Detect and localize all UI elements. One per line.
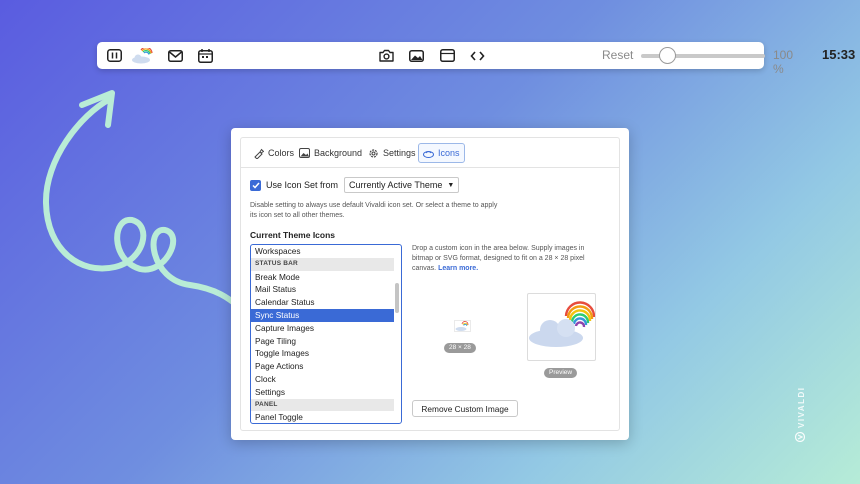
vivaldi-wordmark: VIVALDI — [796, 386, 806, 428]
list-item[interactable]: Capture Images — [251, 322, 394, 335]
list-section-header: STATUS BAR — [251, 257, 394, 271]
list-item-selected[interactable]: Sync Status — [251, 309, 394, 322]
theme-settings-frame: Colors Background Settings Icons Use Ico… — [240, 137, 620, 431]
remove-custom-image-button[interactable]: Remove Custom Image — [412, 400, 518, 417]
list-item[interactable]: Workspaces — [251, 245, 394, 258]
icons-icon — [423, 149, 434, 158]
list-item[interactable]: Break Mode — [251, 271, 394, 284]
tab-label: Icons — [438, 148, 460, 158]
zoom-level: 100 % — [773, 48, 794, 76]
panel-toggle-icon[interactable] — [106, 48, 122, 63]
list-item[interactable]: Panel Toggle — [251, 411, 394, 423]
reset-zoom-button[interactable]: Reset — [602, 48, 633, 62]
vivaldi-watermark: VIVALDI — [794, 386, 807, 443]
theme-settings-panel: Colors Background Settings Icons Use Ico… — [231, 128, 629, 440]
tab-label: Background — [314, 148, 363, 158]
mail-icon[interactable] — [167, 48, 183, 63]
tab-label: Settings — [383, 148, 416, 158]
icon-drop-preview-area[interactable] — [527, 293, 596, 361]
preview-badge: Preview — [544, 368, 578, 378]
theme-icons-list[interactable]: Workspaces STATUS BAR Break Mode Mail St… — [250, 244, 402, 424]
dropdown-arrow-icon: ▼ — [447, 181, 455, 189]
status-bar: Reset 100 % 15:33 — [97, 42, 855, 76]
list-item[interactable]: Mail Status — [251, 283, 394, 296]
tab-colors[interactable]: Colors — [249, 143, 298, 163]
tab-icons[interactable]: Icons — [418, 143, 465, 163]
image-icon[interactable] — [408, 48, 424, 63]
drop-icon-hint: Drop a custom icon in the area below. Su… — [412, 244, 607, 274]
tab-settings[interactable]: Settings — [364, 143, 420, 163]
learn-more-link[interactable]: Learn more. — [438, 265, 478, 272]
calendar-icon[interactable] — [197, 48, 213, 63]
list-item[interactable]: Settings — [251, 386, 394, 399]
icon-set-select-value: Currently Active Theme — [349, 180, 443, 190]
page-tiling-icon[interactable] — [439, 48, 455, 63]
gear-icon — [368, 148, 379, 159]
list-item[interactable]: Page Tiling — [251, 335, 394, 348]
image-icon — [299, 148, 310, 158]
palette-icon — [253, 148, 264, 159]
list-section-header: PANEL — [251, 398, 394, 412]
capture-camera-icon[interactable] — [378, 48, 394, 63]
tab-background[interactable]: Background — [295, 143, 366, 163]
use-icon-set-label: Use Icon Set from — [266, 180, 339, 190]
icon-set-select[interactable]: Currently Active Theme ▼ — [344, 177, 460, 193]
vivaldi-logo-icon — [794, 431, 807, 443]
list-item[interactable]: Clock — [251, 373, 394, 386]
sync-cloud-icon[interactable] — [130, 47, 156, 63]
use-icon-set-row: Use Icon Set from Currently Active Theme… — [250, 176, 460, 194]
list-scrollbar[interactable] — [395, 283, 399, 313]
checkmark-icon — [251, 182, 260, 189]
sync-cloud-preview-icon — [529, 301, 595, 347]
use-icon-set-checkbox[interactable] — [250, 179, 261, 191]
icon-set-hint: Disable setting to always use default Vi… — [250, 202, 498, 219]
sync-cloud-icon — [454, 320, 471, 332]
list-item[interactable]: Toggle Images — [251, 347, 394, 360]
tab-bar: Colors Background Settings Icons — [241, 138, 619, 168]
list-item[interactable]: Page Actions — [251, 360, 394, 373]
zoom-slider-thumb[interactable] — [659, 47, 676, 64]
tab-label: Colors — [268, 148, 295, 158]
list-item[interactable]: Calendar Status — [251, 296, 394, 309]
size-badge: 28 × 28 — [444, 343, 476, 353]
page-actions-icon[interactable] — [469, 48, 485, 63]
current-theme-icons-title: Current Theme Icons — [250, 230, 336, 240]
clock[interactable]: 15:33 — [822, 47, 855, 62]
